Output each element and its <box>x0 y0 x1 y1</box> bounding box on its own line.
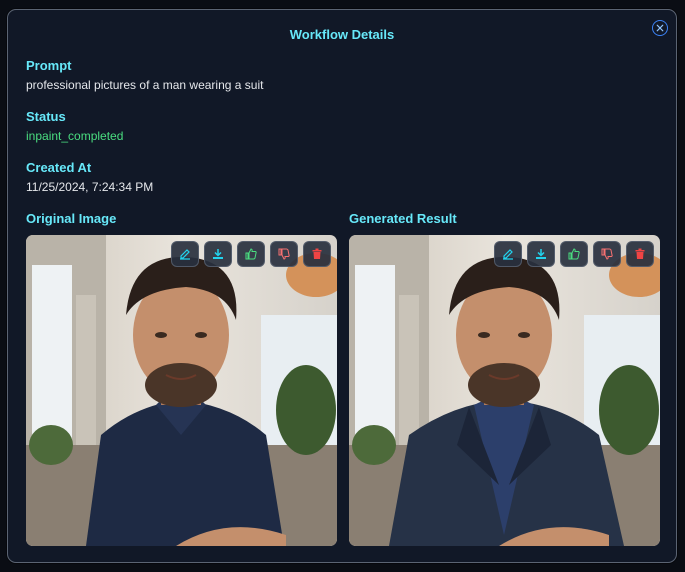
generated-image-toolbar <box>494 241 654 267</box>
original-image-label: Original Image <box>26 211 117 226</box>
workflow-details-modal: Workflow Details Prompt professional pic… <box>7 9 677 563</box>
download-icon <box>536 249 546 259</box>
status-value: inpaint_completed <box>26 129 124 143</box>
thumbs-down-button[interactable] <box>593 241 621 267</box>
generated-image[interactable] <box>349 235 660 546</box>
created-at-value: 11/25/2024, 7:24:34 PM <box>26 180 154 194</box>
generated-photo <box>349 235 660 546</box>
created-at-label: Created At <box>26 160 92 175</box>
edit-button[interactable] <box>494 241 522 267</box>
thumbs-up-button[interactable] <box>237 241 265 267</box>
modal-title: Workflow Details <box>289 27 395 42</box>
thumbs-up-icon <box>245 248 257 260</box>
prompt-label: Prompt <box>26 58 72 73</box>
original-image-toolbar <box>171 241 331 267</box>
thumbs-down-icon <box>601 248 613 260</box>
edit-button[interactable] <box>171 241 199 267</box>
download-button[interactable] <box>204 241 232 267</box>
delete-button[interactable] <box>626 241 654 267</box>
thumbs-down-icon <box>278 248 290 260</box>
thumbs-down-button[interactable] <box>270 241 298 267</box>
original-photo <box>26 235 337 546</box>
trash-icon <box>312 248 322 259</box>
delete-button[interactable] <box>303 241 331 267</box>
thumbs-up-button[interactable] <box>560 241 588 267</box>
close-icon <box>656 24 664 32</box>
close-button[interactable] <box>652 20 668 36</box>
download-icon <box>213 249 223 259</box>
original-image[interactable] <box>26 235 337 546</box>
trash-icon <box>635 248 645 259</box>
status-label: Status <box>26 109 66 124</box>
edit-icon <box>180 249 190 260</box>
prompt-value: professional pictures of a man wearing a… <box>26 78 264 92</box>
thumbs-up-icon <box>568 248 580 260</box>
generated-result-label: Generated Result <box>349 211 457 226</box>
edit-icon <box>503 249 513 260</box>
download-button[interactable] <box>527 241 555 267</box>
